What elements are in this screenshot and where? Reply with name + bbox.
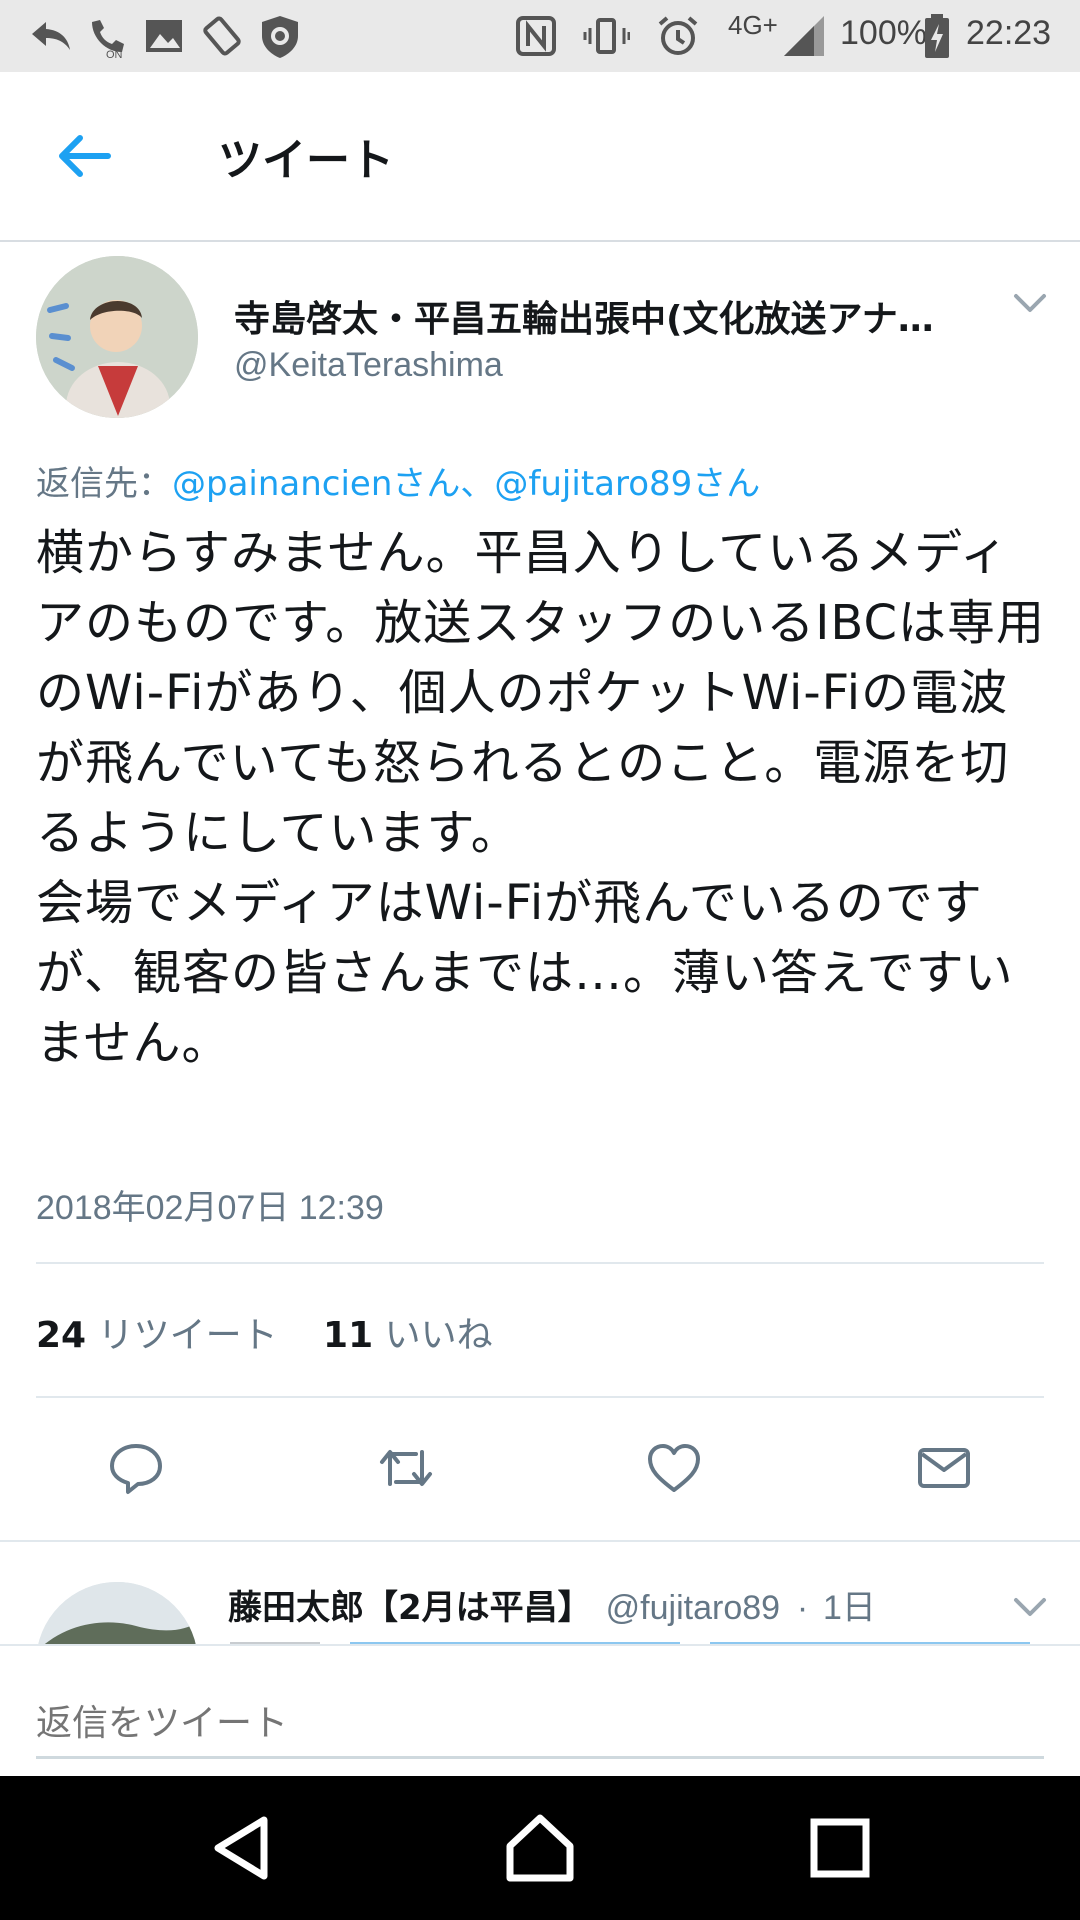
reply-arrow-icon [32,22,70,50]
chevron-down-icon[interactable] [1010,282,1050,322]
image-icon [146,20,182,52]
direct-message-icon[interactable] [914,1438,974,1498]
page-title: ツイート [218,135,394,186]
home-icon[interactable] [498,1806,582,1890]
tweet-text: 横からすみません。平昌入りしているメディアのものです。放送スタッフのいるIBCは… [36,525,1045,1071]
status-bar: ON 4G+ 100% 22:23 [0,0,1080,72]
display-name[interactable]: 寺島啓太・平昌五輪出張中(文化放送アナ… [234,290,974,342]
retweet-count: 24 [36,1315,87,1356]
svg-text:ON: ON [106,49,123,60]
reply-input-underline [36,1756,1044,1759]
rotate-icon [203,16,241,56]
network-type: 4G+ [728,10,778,40]
app-bar: ツイート [0,72,1080,242]
battery-charging-icon [925,14,949,58]
user-handle[interactable]: @KeitaTerashima [234,346,503,385]
divider [0,1540,1080,1542]
divider [36,1262,1044,1264]
divider [0,1644,1080,1646]
like-label: いいね [384,1315,493,1356]
reply-display-name[interactable]: 藤田太郎【2月は平昌】 [228,1588,592,1628]
vibrate-icon [583,18,630,54]
reply-handle[interactable]: @fujitaro89 [606,1589,780,1627]
shield-icon [262,16,298,58]
nfc-icon [516,16,556,56]
wifi-calling-icon: ON [92,20,124,60]
like-count: 11 [323,1315,374,1356]
reply-header: 藤田太郎【2月は平昌】 @fujitaro89 · 1日 [228,1580,876,1629]
clock: 22:23 [966,14,1052,52]
reply-to-label: 返信先： [36,464,172,504]
reply-to-line: 返信先：@painancienさん、@fujitaro89さん [36,456,760,505]
chevron-down-icon[interactable] [1010,1586,1050,1626]
like-stat[interactable]: 11 いいね [323,1315,493,1356]
reply-time: 1日 [823,1589,876,1627]
avatar[interactable] [36,256,198,418]
retweet-label: リツイート [97,1315,278,1356]
reply-input[interactable] [36,1690,1044,1756]
arrow-left-icon[interactable] [52,124,116,188]
retweet-icon[interactable] [376,1438,436,1498]
alarm-icon [658,16,698,55]
signal-icon [784,16,824,56]
tweet-timestamp: 2018年02月07日 12:39 [36,1189,384,1227]
heart-icon[interactable] [644,1438,704,1498]
back-triangle-icon[interactable] [200,1806,284,1890]
retweet-stat[interactable]: 24 リツイート [36,1315,278,1356]
navigation-bar [0,1776,1080,1920]
engagement-stats: 24 リツイート 11 いいね [36,1306,493,1358]
meta-separator: · [796,1589,809,1627]
battery-percent: 100% [840,14,927,52]
reply-to-users-link[interactable]: @painancienさん、@fujitaro89さん [172,464,760,504]
divider [36,1396,1044,1398]
recents-square-icon[interactable] [798,1806,882,1890]
avatar-illustration [36,256,198,418]
reply-icon[interactable] [106,1438,166,1498]
